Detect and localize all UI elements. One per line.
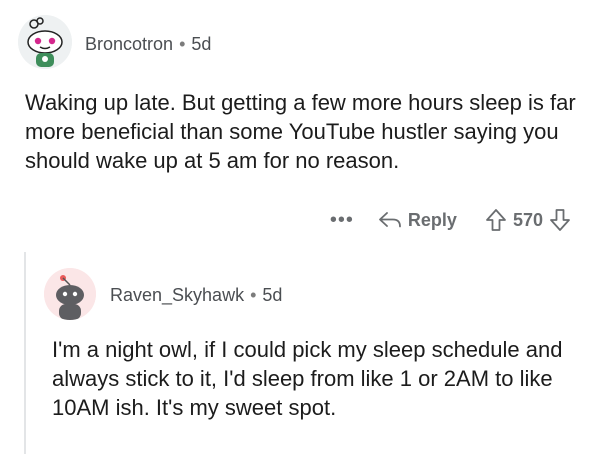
downvote-arrow-icon[interactable] — [549, 208, 571, 232]
comment-body: I'm a night owl, if I could pick my slee… — [52, 337, 563, 420]
vote-controls: 570 — [479, 208, 577, 232]
reply-label: Reply — [407, 209, 457, 230]
avatar[interactable] — [18, 15, 72, 69]
snoo-avatar-icon — [18, 15, 72, 69]
thread-line[interactable] — [24, 252, 26, 454]
upvote-arrow-icon[interactable] — [485, 208, 507, 232]
comment-meta: Broncotron • 5d — [85, 34, 211, 55]
meta-separator: • — [179, 34, 186, 54]
comment-meta: Raven_Skyhawk • 5d — [110, 285, 282, 306]
username[interactable]: Raven_Skyhawk — [110, 285, 244, 305]
more-options-button[interactable]: ••• — [330, 210, 354, 230]
reply-button[interactable]: Reply — [378, 210, 457, 231]
username[interactable]: Broncotron — [85, 34, 173, 54]
comment-age: 5d — [191, 34, 212, 54]
reply-arrow-icon — [379, 212, 401, 228]
snoo-avatar-icon — [44, 268, 96, 320]
meta-separator: • — [250, 285, 257, 305]
vote-score: 570 — [512, 209, 543, 230]
comment-body: Waking up late. But getting a few more h… — [25, 90, 576, 173]
comment-age: 5d — [262, 285, 283, 305]
comment-actions: ••• Reply 570 — [330, 206, 577, 234]
avatar[interactable] — [44, 268, 96, 320]
